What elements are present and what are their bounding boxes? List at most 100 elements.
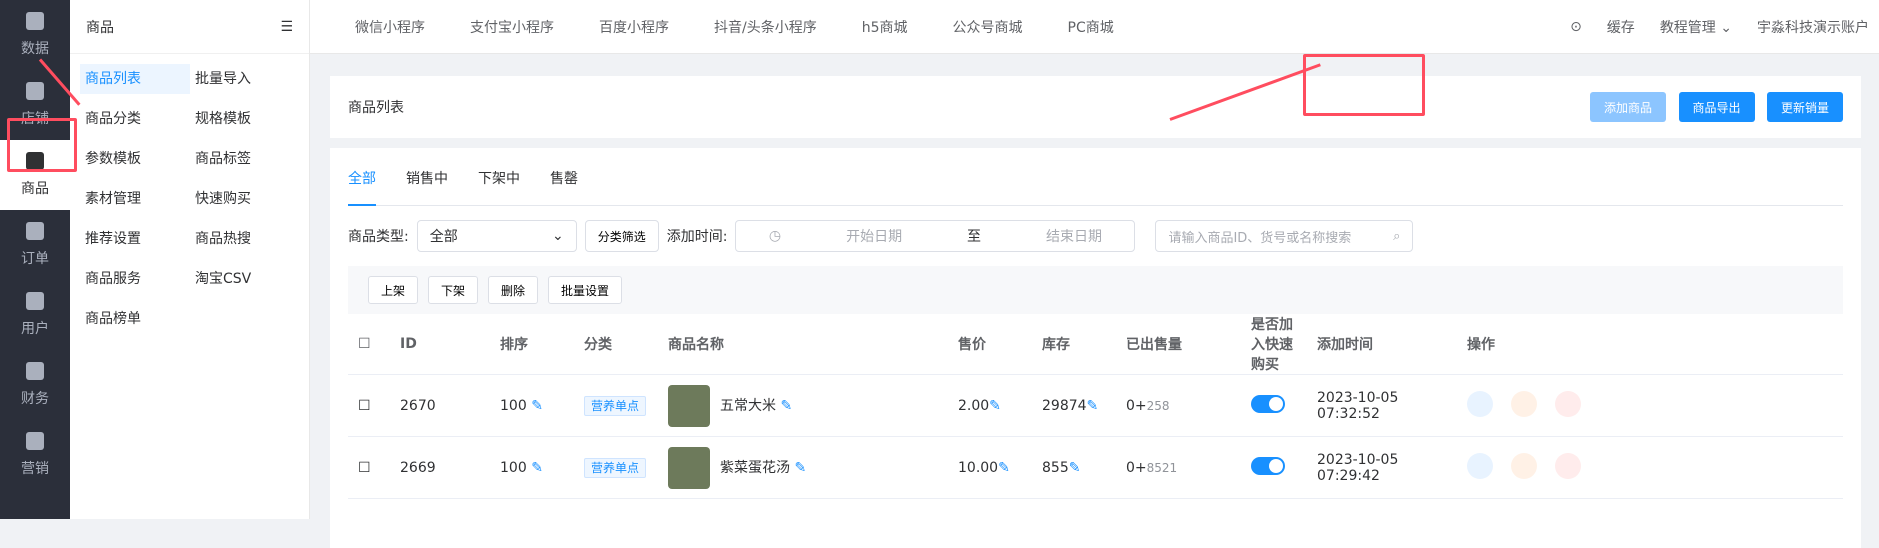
cell-sort[interactable]: 100 ✎ <box>490 374 574 437</box>
subnav-item-category[interactable]: 商品分类 <box>80 104 190 134</box>
delete-icon[interactable] <box>1555 390 1581 417</box>
quick-buy-switch[interactable] <box>1251 394 1285 413</box>
account-name[interactable]: 宇淼科技演示账户 <box>1757 17 1869 37</box>
header-buttons: 添加商品 商品导出 更新销量 <box>1582 92 1843 122</box>
tab-all[interactable]: 全部 <box>348 168 376 206</box>
cell-price[interactable]: 2.00✎ <box>948 374 1032 437</box>
top-tab-alipay[interactable]: 支付宝小程序 <box>470 17 554 37</box>
top-tab-baidu[interactable]: 百度小程序 <box>599 17 669 37</box>
add-goods-button[interactable]: 添加商品 <box>1590 92 1667 122</box>
nav-user[interactable]: 用户 <box>0 280 70 350</box>
copy-icon[interactable] <box>1511 452 1537 479</box>
cell-price[interactable]: 10.00✎ <box>948 436 1032 499</box>
tab-off-shelf[interactable]: 下架中 <box>478 168 520 206</box>
subnav-item-recommend[interactable]: 推荐设置 <box>80 224 190 254</box>
subnav-item-batch-import[interactable]: 批量导入 <box>190 64 300 94</box>
top-right-tools: ⊙ 缓存 教程管理 ⌄ 宇淼科技演示账户 <box>1570 17 1879 37</box>
edit-icon[interactable]: ✎ <box>989 398 1001 414</box>
top-tab-official[interactable]: 公众号商城 <box>953 17 1023 37</box>
subnav-item-quick-buy[interactable]: 快速购买 <box>190 184 300 214</box>
row-checkbox[interactable]: ☐ <box>348 436 390 499</box>
delete-icon[interactable] <box>1555 452 1581 479</box>
nav-marketing[interactable]: 营销 <box>0 420 70 490</box>
col-actions: 操作 <box>1457 314 1843 375</box>
subnav-item-ranking[interactable]: 商品榜单 <box>80 304 190 334</box>
batch-settings-button[interactable]: 批量设置 <box>548 276 623 304</box>
tab-on-sale[interactable]: 销售中 <box>406 168 448 206</box>
cache-link[interactable]: 缓存 <box>1607 17 1635 37</box>
select-all-checkbox[interactable]: ☐ <box>348 314 390 375</box>
cell-sort[interactable]: 100 ✎ <box>490 436 574 499</box>
subnav-item-goods-tags[interactable]: 商品标签 <box>190 144 300 174</box>
col-sort[interactable]: 排序 <box>490 314 574 375</box>
edit-icon[interactable]: ✎ <box>780 398 792 414</box>
subnav-item-material[interactable]: 素材管理 <box>80 184 190 214</box>
cell-id: 2670 <box>390 374 490 437</box>
goods-thumbnail <box>668 446 710 489</box>
subnav-item-hot-search[interactable]: 商品热搜 <box>190 224 300 254</box>
delete-button[interactable]: 删除 <box>488 276 539 304</box>
edit-icon[interactable] <box>1467 452 1493 479</box>
edit-icon[interactable]: ✎ <box>1087 398 1099 414</box>
date-range-picker[interactable]: ◷ 开始日期 至 结束日期 <box>735 220 1136 252</box>
tutorial-menu[interactable]: 教程管理 ⌄ <box>1660 17 1732 37</box>
nav-order[interactable]: 订单 <box>0 210 70 280</box>
subnav-item-service[interactable]: 商品服务 <box>80 264 190 294</box>
edit-icon[interactable]: ✎ <box>998 460 1010 476</box>
subnav-item-taobao-csv[interactable]: 淘宝CSV <box>190 264 300 294</box>
cell-category: 营养单点 <box>574 436 658 499</box>
copy-icon[interactable] <box>1511 390 1537 417</box>
edit-icon[interactable]: ✎ <box>794 460 806 476</box>
cell-stock[interactable]: 855✎ <box>1032 436 1116 499</box>
sub-navigation: 商品 ☰ 商品列表 批量导入 商品分类 规格模板 参数模板 商品标签 素材管理 … <box>70 0 310 519</box>
search-icon[interactable]: ⌕ <box>1393 229 1400 244</box>
row-checkbox[interactable]: ☐ <box>348 374 390 437</box>
edit-icon[interactable]: ✎ <box>531 398 543 414</box>
cell-id: 2669 <box>390 436 490 499</box>
col-category: 分类 <box>574 314 658 375</box>
col-quick-buy: 是否加入快速购买 <box>1241 314 1307 375</box>
col-id[interactable]: ID <box>390 314 490 375</box>
chevron-down-icon: ⌄ <box>1720 19 1732 36</box>
col-price[interactable]: 售价 <box>948 314 1032 375</box>
subnav-item-goods-list[interactable]: 商品列表 <box>80 64 190 94</box>
col-add-time: 添加时间 <box>1307 314 1457 375</box>
top-tab-wechat[interactable]: 微信小程序 <box>355 17 425 37</box>
subnav-item-param-template[interactable]: 参数模板 <box>80 144 190 174</box>
nav-finance[interactable]: 财务 <box>0 350 70 420</box>
category-filter-button[interactable]: 分类筛选 <box>584 220 659 252</box>
export-goods-button[interactable]: 商品导出 <box>1678 92 1755 122</box>
unshelve-button[interactable]: 下架 <box>428 276 479 304</box>
top-tab-douyin[interactable]: 抖音/头条小程序 <box>714 17 817 37</box>
shelve-button[interactable]: 上架 <box>368 276 419 304</box>
sort-value: 100 <box>500 459 527 476</box>
update-sales-button[interactable]: 更新销量 <box>1766 92 1843 122</box>
stock-value: 855 <box>1042 459 1069 476</box>
home-icon <box>26 12 44 30</box>
edit-icon[interactable]: ✎ <box>1069 460 1081 476</box>
top-tab-h5[interactable]: h5商城 <box>862 17 908 37</box>
col-stock[interactable]: 库存 <box>1032 314 1116 375</box>
search-placeholder: 请输入商品ID、货号或名称搜索 <box>1168 230 1352 246</box>
goods-type-select[interactable]: 全部 ⌄ <box>416 220 577 252</box>
download-icon[interactable]: ⊙ <box>1570 19 1582 35</box>
subnav-header: 商品 ☰ <box>70 0 309 54</box>
cell-quick-buy[interactable] <box>1241 436 1307 499</box>
top-tab-pc[interactable]: PC商城 <box>1068 17 1114 37</box>
nav-label: 数据 <box>21 41 49 57</box>
cell-quick-buy[interactable] <box>1241 374 1307 437</box>
cell-goods-name: 五常大米 ✎ <box>658 374 948 437</box>
subnav-item-spec-template[interactable]: 规格模板 <box>190 104 300 134</box>
page-title: 商品列表 <box>348 100 404 116</box>
cell-sold: 0+8521 <box>1116 436 1241 499</box>
nav-data[interactable]: 数据 <box>0 0 70 70</box>
menu-collapse-icon[interactable]: ☰ <box>280 19 293 35</box>
edit-icon[interactable] <box>1467 390 1493 417</box>
tab-sold-out[interactable]: 售罄 <box>550 168 578 206</box>
quick-buy-switch[interactable] <box>1251 456 1285 475</box>
cell-stock[interactable]: 29874✎ <box>1032 374 1116 437</box>
category-badge: 营养单点 <box>584 395 647 416</box>
goods-search-input[interactable]: 请输入商品ID、货号或名称搜索 ⌕ <box>1155 220 1414 252</box>
col-sold[interactable]: 已出售量 <box>1116 314 1241 375</box>
edit-icon[interactable]: ✎ <box>531 460 543 476</box>
